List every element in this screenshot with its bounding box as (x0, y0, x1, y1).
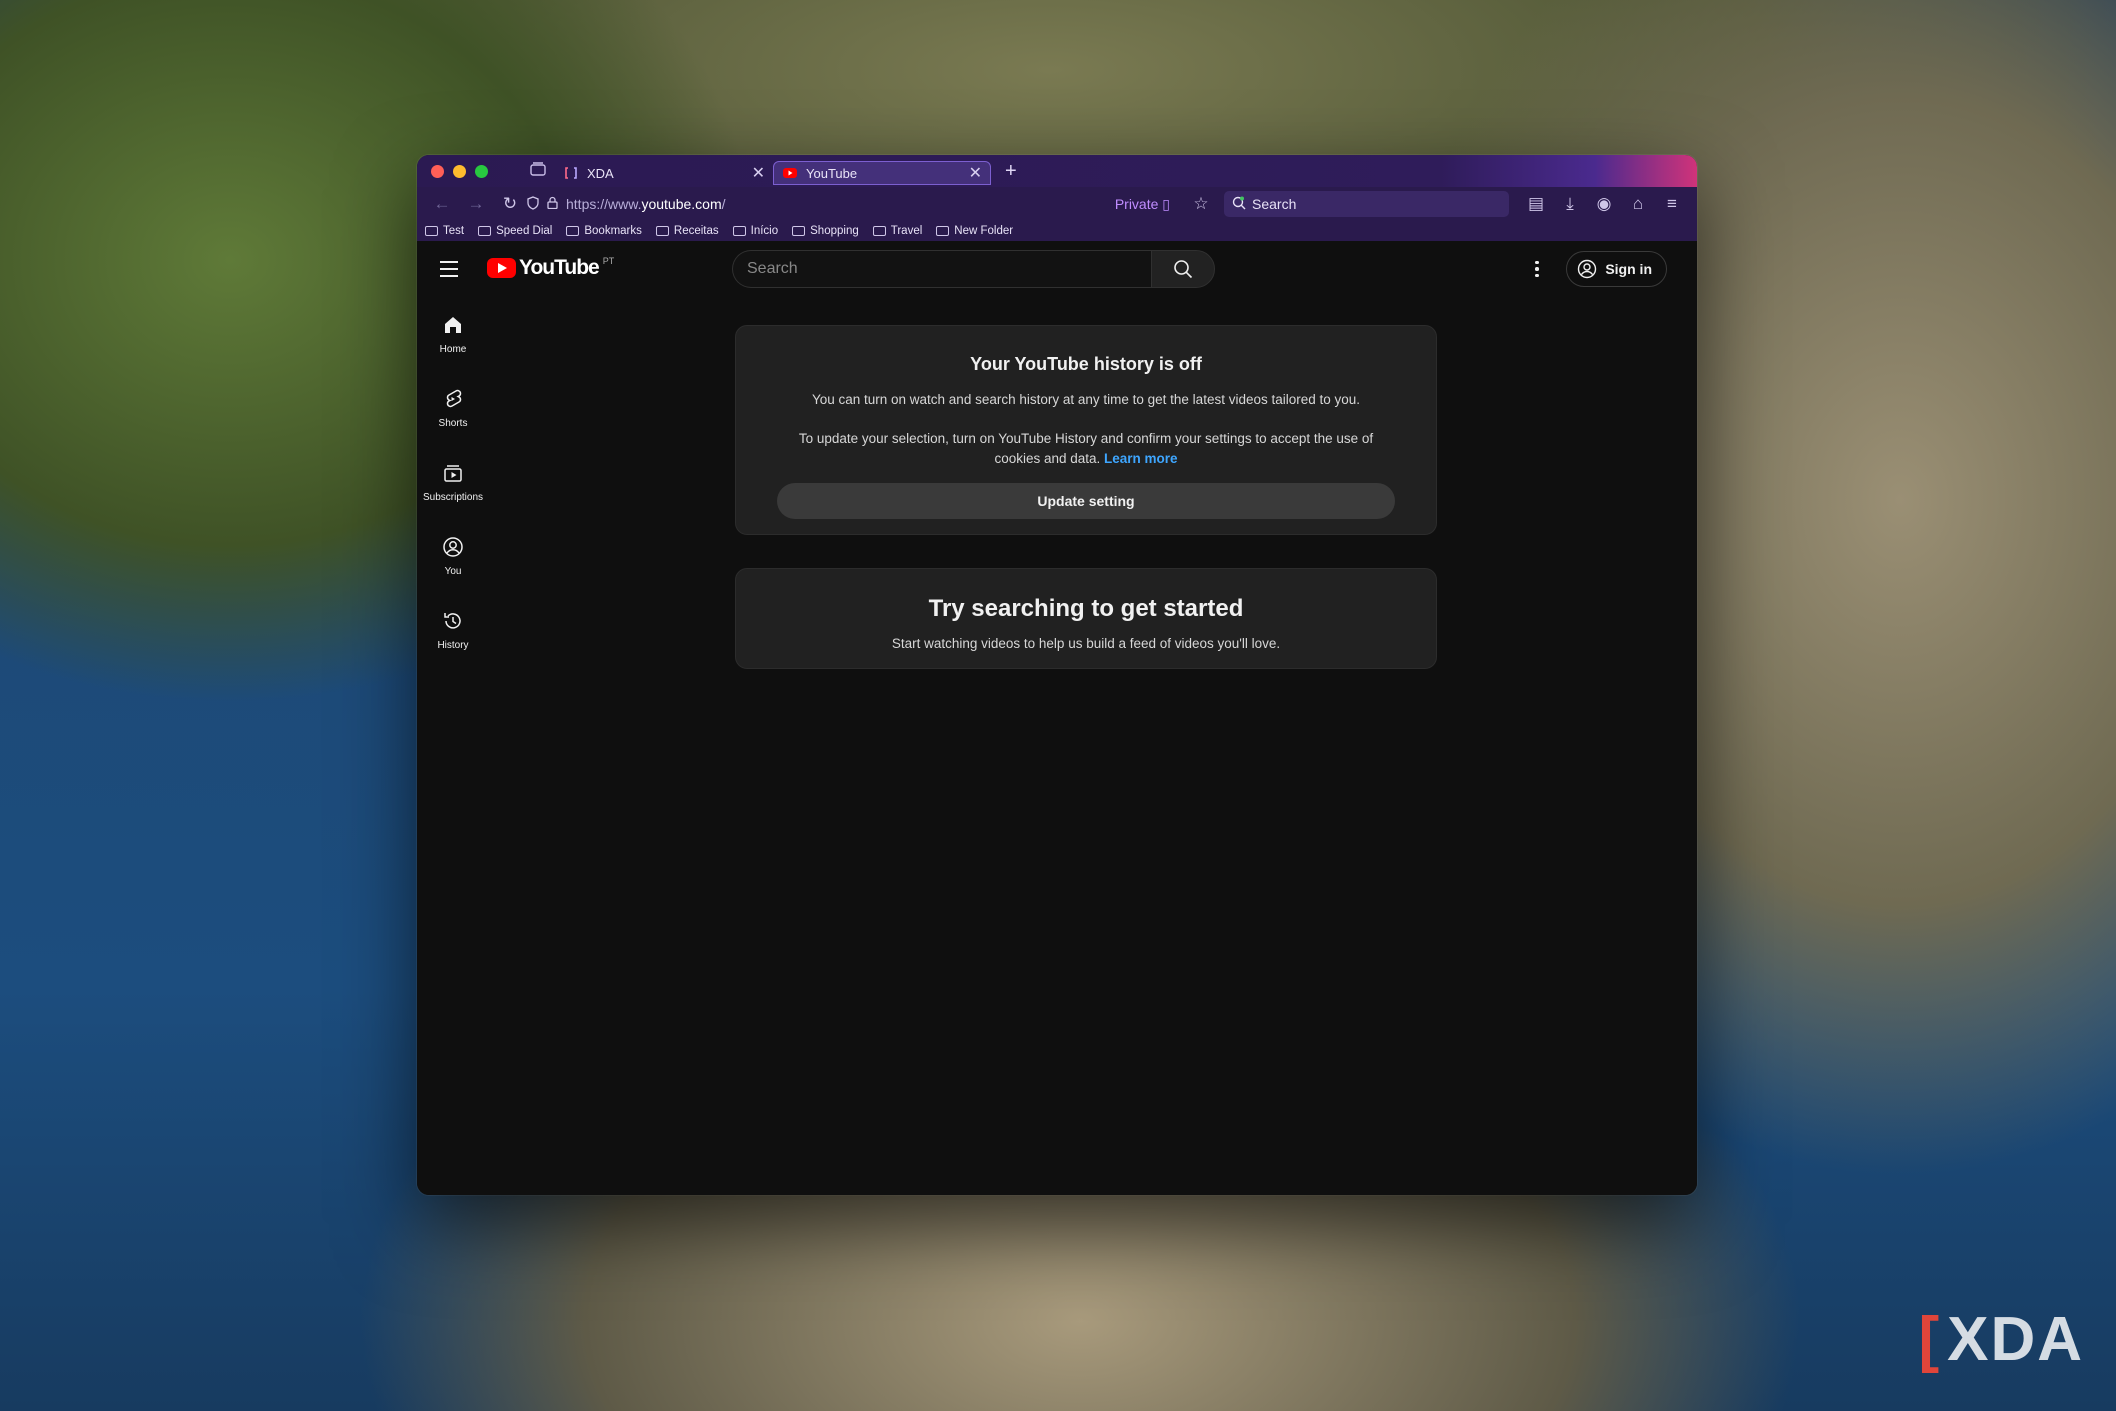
folder-icon (872, 226, 886, 236)
history-off-card: Your YouTube history is off You can turn… (735, 325, 1437, 535)
back-icon[interactable]: ← (425, 194, 459, 214)
minimize-window-button[interactable] (453, 164, 466, 178)
youtube-logo[interactable]: YouTube PT (487, 256, 614, 280)
bookmark-folder[interactable]: Bookmarks (566, 225, 642, 237)
tab-title: YouTube (806, 165, 858, 181)
history-off-title: Your YouTube history is off (970, 354, 1202, 374)
folder-icon (478, 226, 492, 236)
xda-watermark: [ XDA (1918, 1304, 2084, 1375)
guide-menu-icon[interactable] (435, 255, 463, 283)
subscriptions-icon (444, 464, 462, 482)
folder-icon (566, 226, 580, 236)
close-tab-icon[interactable]: ✕ (752, 163, 765, 183)
guide-label: Home (439, 343, 467, 355)
search-icon (1174, 260, 1193, 279)
address-bar[interactable]: https://www. youtube.com / (527, 191, 1115, 217)
lock-icon[interactable] (547, 196, 558, 212)
home-icon (445, 316, 461, 333)
guide-label: You (444, 565, 462, 577)
app-menu-icon[interactable]: ≡ (1655, 194, 1689, 214)
history-icon (444, 612, 461, 629)
get-started-title: Try searching to get started (928, 595, 1244, 622)
bookmark-folder[interactable]: Test (425, 225, 464, 237)
youtube-favicon-icon (782, 166, 798, 180)
url-prefix: https://www. (566, 196, 642, 212)
bookmark-folder[interactable]: Speed Dial (478, 225, 552, 237)
bookmark-folder[interactable]: Travel (872, 225, 922, 237)
guide-item-you[interactable]: You (417, 519, 489, 593)
guide-item-subscriptions[interactable]: Subscriptions (417, 445, 489, 519)
maximize-window-button[interactable] (475, 164, 488, 178)
xda-favicon-icon (563, 166, 579, 180)
tab-youtube[interactable]: YouTube ✕ (773, 161, 991, 185)
sign-in-button[interactable]: Sign in (1566, 251, 1667, 287)
browser-search-placeholder: Search (1252, 196, 1297, 212)
bookmark-folder[interactable]: Shopping (792, 225, 859, 237)
reader-view-icon[interactable]: ▤ (1519, 194, 1553, 214)
search-engine-icon (1232, 196, 1246, 213)
country-code: PT (602, 256, 615, 266)
new-tab-icon[interactable]: + (1005, 160, 1017, 183)
bookmark-folder[interactable]: Início (732, 225, 778, 237)
guide-label: Shorts (438, 417, 468, 429)
browser-search-field[interactable]: Search (1224, 191, 1509, 217)
extensions-icon[interactable]: ⌂ (1621, 194, 1655, 214)
history-off-details: To update your selection, turn on YouTub… (798, 431, 1374, 466)
folder-icon (425, 226, 438, 236)
forward-icon[interactable]: → (459, 194, 493, 214)
youtube-page: YouTube PT Search Sign in Home Shorts Su… (417, 241, 1697, 1195)
tab-xda[interactable]: XDA ✕ (555, 161, 773, 185)
url-suffix: / (721, 196, 726, 212)
sign-in-label: Sign in (1605, 261, 1652, 277)
folder-icon (936, 226, 950, 236)
logo-text: YouTube (519, 256, 600, 279)
youtube-search: Search (732, 250, 1215, 288)
tab-overview-icon[interactable] (521, 161, 555, 181)
folder-icon (732, 226, 746, 236)
tab-bar: XDA ✕ YouTube ✕ + (417, 155, 1697, 187)
bookmark-star-icon[interactable]: ☆ (1184, 194, 1218, 214)
guide-item-shorts[interactable]: Shorts (417, 371, 489, 445)
folder-icon (792, 226, 806, 236)
reload-icon[interactable]: ↻ (493, 194, 527, 214)
bookmark-folder[interactable]: Receitas (655, 225, 719, 237)
youtube-search-button[interactable] (1151, 250, 1215, 288)
guide-sidebar: Home Shorts Subscriptions You History (417, 297, 489, 667)
bookmarks-bar: Test Speed Dial Bookmarks Receitas Iníci… (417, 221, 1697, 242)
shield-icon[interactable] (527, 195, 539, 213)
downloads-icon[interactable]: ⤓ (1553, 194, 1587, 214)
you-icon (443, 536, 463, 557)
window-controls (417, 164, 521, 178)
shorts-icon (446, 389, 462, 407)
guide-item-home[interactable]: Home (417, 297, 489, 371)
youtube-play-icon (487, 258, 516, 278)
youtube-header: YouTube PT Search Sign in (417, 241, 1697, 297)
history-off-text: You can turn on watch and search history… (811, 392, 1361, 407)
close-window-button[interactable] (431, 164, 444, 178)
folder-icon (655, 226, 669, 236)
get-started-card: Try searching to get started Start watch… (735, 568, 1437, 669)
account-icon[interactable]: ◉ (1587, 194, 1621, 214)
update-setting-button[interactable]: Update setting (777, 483, 1395, 519)
watermark-text: XDA (1947, 1305, 2084, 1374)
close-tab-icon[interactable]: ✕ (969, 163, 982, 183)
get-started-text: Start watching videos to help us build a… (891, 636, 1281, 651)
guide-label: History (437, 639, 469, 651)
search-placeholder: Search (747, 260, 798, 277)
private-indicator: Private ▯ (1114, 195, 1170, 212)
xda-logo-icon: [ (1918, 1305, 1942, 1374)
youtube-search-input[interactable]: Search (732, 250, 1151, 288)
guide-label: Subscriptions (422, 491, 484, 503)
navigation-bar: ← → ↻ https://www. youtube.com / Private ▯… (417, 187, 1697, 221)
learn-more-link[interactable]: Learn more (1104, 451, 1178, 466)
tab-title: XDA (587, 165, 614, 181)
private-mask-icon: ▯ (1162, 195, 1170, 212)
browser-window: XDA ✕ YouTube ✕ + ← → ↻ https://www. yout… (417, 155, 1697, 1195)
bookmark-folder[interactable]: New Folder (936, 225, 1013, 237)
settings-more-icon[interactable] (1527, 255, 1547, 283)
guide-item-history[interactable]: History (417, 593, 489, 667)
account-circle-icon (1578, 259, 1597, 279)
url-host: youtube.com (641, 196, 722, 212)
